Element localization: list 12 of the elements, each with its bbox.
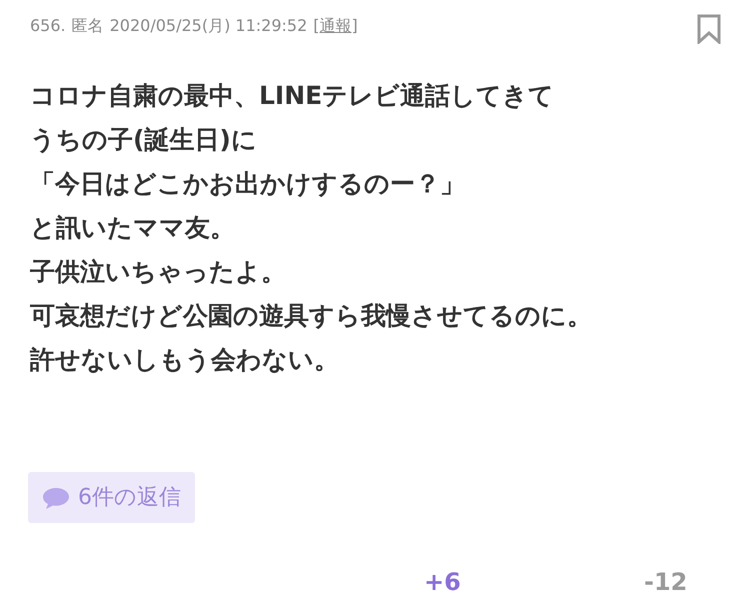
downvote-count[interactable]: -12 [644,564,688,592]
bracket: ] [352,15,358,37]
timestamp: 2020/05/25(月) 11:29:52 [110,15,308,37]
replies-button[interactable]: 6件の返信 [28,472,195,523]
author-name: 匿名 [72,15,104,37]
post-body: コロナ自粛の最中、LINEテレビ通話してきて うちの子(誕生日)に 「今日はどこかお出かけするのー？」 と訊いたママ友。 子供泣いちゃったよ。 可哀想だけど公園の遊具すら我慢させてるのに。 許せないしもう会わない。 [28,80,593,376]
upvote-count[interactable]: +6 [424,564,461,592]
bracket: [ [313,15,320,37]
report-link[interactable]: 通報 [320,14,352,38]
speech-bubble-icon [42,486,70,510]
bookmark-icon[interactable] [697,14,721,44]
post-number: 656. [30,15,66,37]
